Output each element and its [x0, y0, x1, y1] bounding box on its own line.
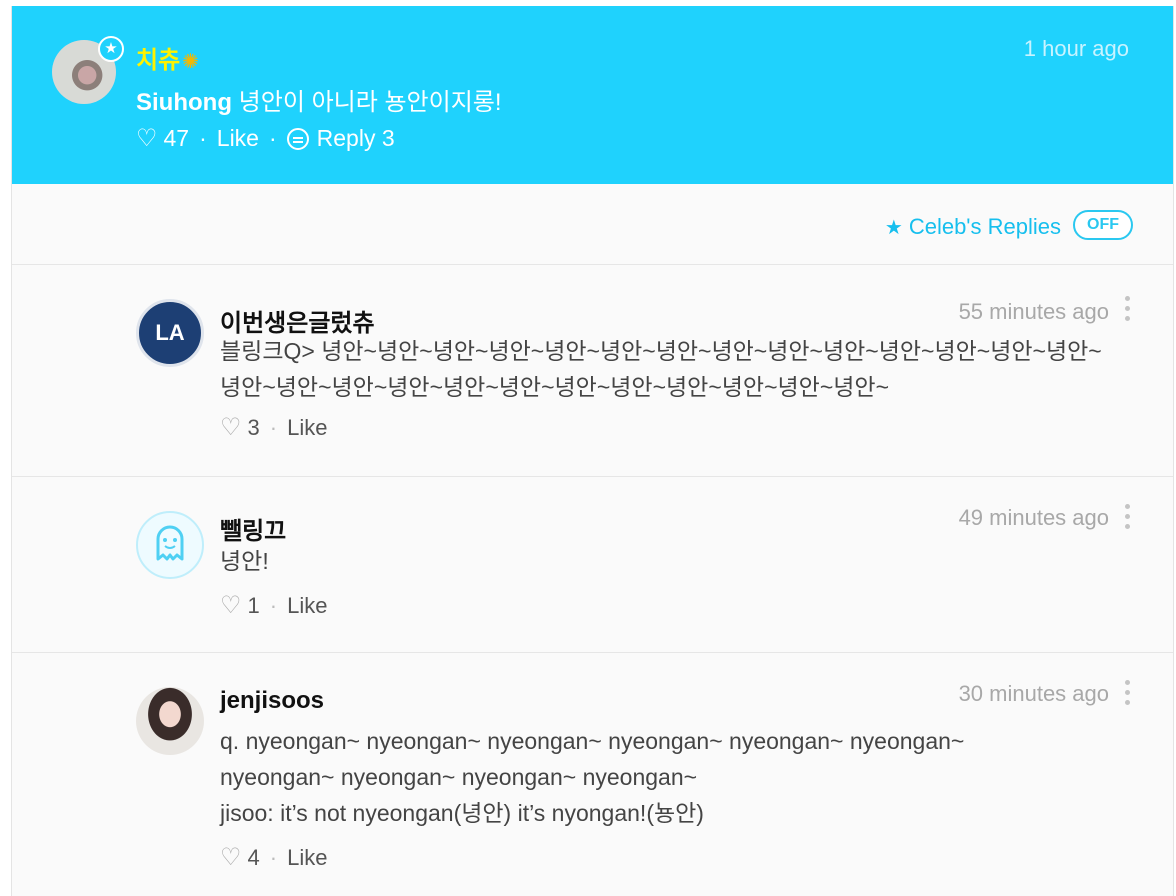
sunflower-icon: ✺: [182, 51, 199, 73]
more-options-icon[interactable]: [1125, 504, 1131, 534]
comment-time: 55 minutes ago: [958, 299, 1109, 324]
post-text: Siuhong 녕안이 아니라 뇽안이지롱!: [136, 82, 502, 117]
user-photo-avatar[interactable]: [136, 687, 204, 755]
comment-author[interactable]: 뺄링끄: [220, 511, 286, 546]
like-button[interactable]: Like: [287, 593, 327, 619]
comment-time: 30 minutes ago: [958, 681, 1109, 706]
comment-actions: ♡ 1 · Like: [220, 591, 327, 620]
star-icon: ★: [884, 216, 903, 239]
post-body: 녕안이 아니라 뇽안이지롱!: [238, 89, 502, 116]
original-post: ★ 치츄 ✺ 1 hour ago Siuhong 녕안이 아니라 뇽안이지롱! …: [12, 6, 1173, 184]
comment-item: LA 이번생은글렀츄 55 minutes ago 블링크Q> 녕안~녕안~녕안…: [12, 265, 1173, 477]
like-button[interactable]: Like: [217, 125, 259, 152]
post-author-name[interactable]: 치츄: [136, 47, 180, 74]
separator-dot: ·: [269, 592, 278, 618]
celeb-replies-filter: ★ Celeb's Replies OFF: [12, 184, 1173, 265]
comments-panel: ★ 치츄 ✺ 1 hour ago Siuhong 녕안이 아니라 뇽안이지롱! …: [11, 6, 1174, 896]
post-author[interactable]: 치츄 ✺: [136, 40, 199, 75]
like-button[interactable]: Like: [287, 415, 327, 441]
separator-dot: ·: [199, 125, 207, 151]
comment-text: 녕안!: [220, 548, 269, 574]
author-avatar[interactable]: ★: [52, 36, 124, 104]
separator-dot: ·: [268, 125, 277, 151]
comment-actions: ♡ 4 · Like: [220, 843, 327, 872]
comment-actions: ♡ 3 · Like: [220, 413, 327, 442]
comment-like-count: 1: [247, 592, 260, 618]
comment-time: 49 minutes ago: [958, 505, 1109, 530]
comment-text: 블링크Q> 녕안~녕안~녕안~녕안~녕안~녕안~녕안~녕안~녕안~녕안~녕안~녕…: [220, 338, 1102, 400]
comment-author[interactable]: jenjisoos: [220, 687, 324, 715]
celeb-replies-toggle[interactable]: OFF: [1073, 210, 1133, 240]
like-button[interactable]: Like: [287, 845, 327, 871]
post-like-count: 47: [163, 125, 190, 151]
heart-icon[interactable]: ♡: [220, 591, 242, 620]
ghost-icon: [156, 525, 184, 561]
comment-text-line: jisoo: it’s not nyeongan(녕안) it’s nyonga…: [220, 800, 704, 826]
reply-button[interactable]: Reply 3: [317, 125, 395, 152]
heart-icon[interactable]: ♡: [220, 413, 242, 442]
separator-dot: ·: [269, 414, 278, 440]
separator-dot: ·: [269, 844, 278, 870]
comment-item: jenjisoos 30 minutes ago q. nyeongan~ ny…: [12, 653, 1173, 896]
dodgers-logo-avatar[interactable]: LA: [136, 299, 204, 367]
celeb-replies-label: ★ Celeb's Replies: [885, 214, 1061, 240]
more-options-icon[interactable]: [1125, 680, 1131, 710]
reply-bubble-icon[interactable]: [286, 127, 309, 150]
comment-like-count: 3: [247, 414, 260, 440]
post-actions: ♡ 47 · Like · Reply 3: [136, 124, 395, 153]
heart-icon[interactable]: ♡: [136, 124, 158, 153]
heart-icon[interactable]: ♡: [220, 843, 242, 872]
mention-link[interactable]: Siuhong: [136, 89, 232, 116]
default-user-avatar[interactable]: [136, 511, 204, 579]
more-options-icon[interactable]: [1125, 296, 1131, 326]
dodgers-logo-text: LA: [155, 320, 185, 345]
celeb-star-badge-icon: ★: [98, 36, 124, 62]
comment-like-count: 4: [247, 844, 260, 870]
post-time: 1 hour ago: [1023, 36, 1129, 61]
comment-text: q. nyeongan~ nyeongan~ nyeongan~ nyeonga…: [220, 728, 965, 790]
celeb-replies-text: Celeb's Replies: [908, 214, 1061, 239]
comment-item: 뺄링끄 49 minutes ago 녕안! ♡ 1 · Like: [12, 477, 1173, 653]
